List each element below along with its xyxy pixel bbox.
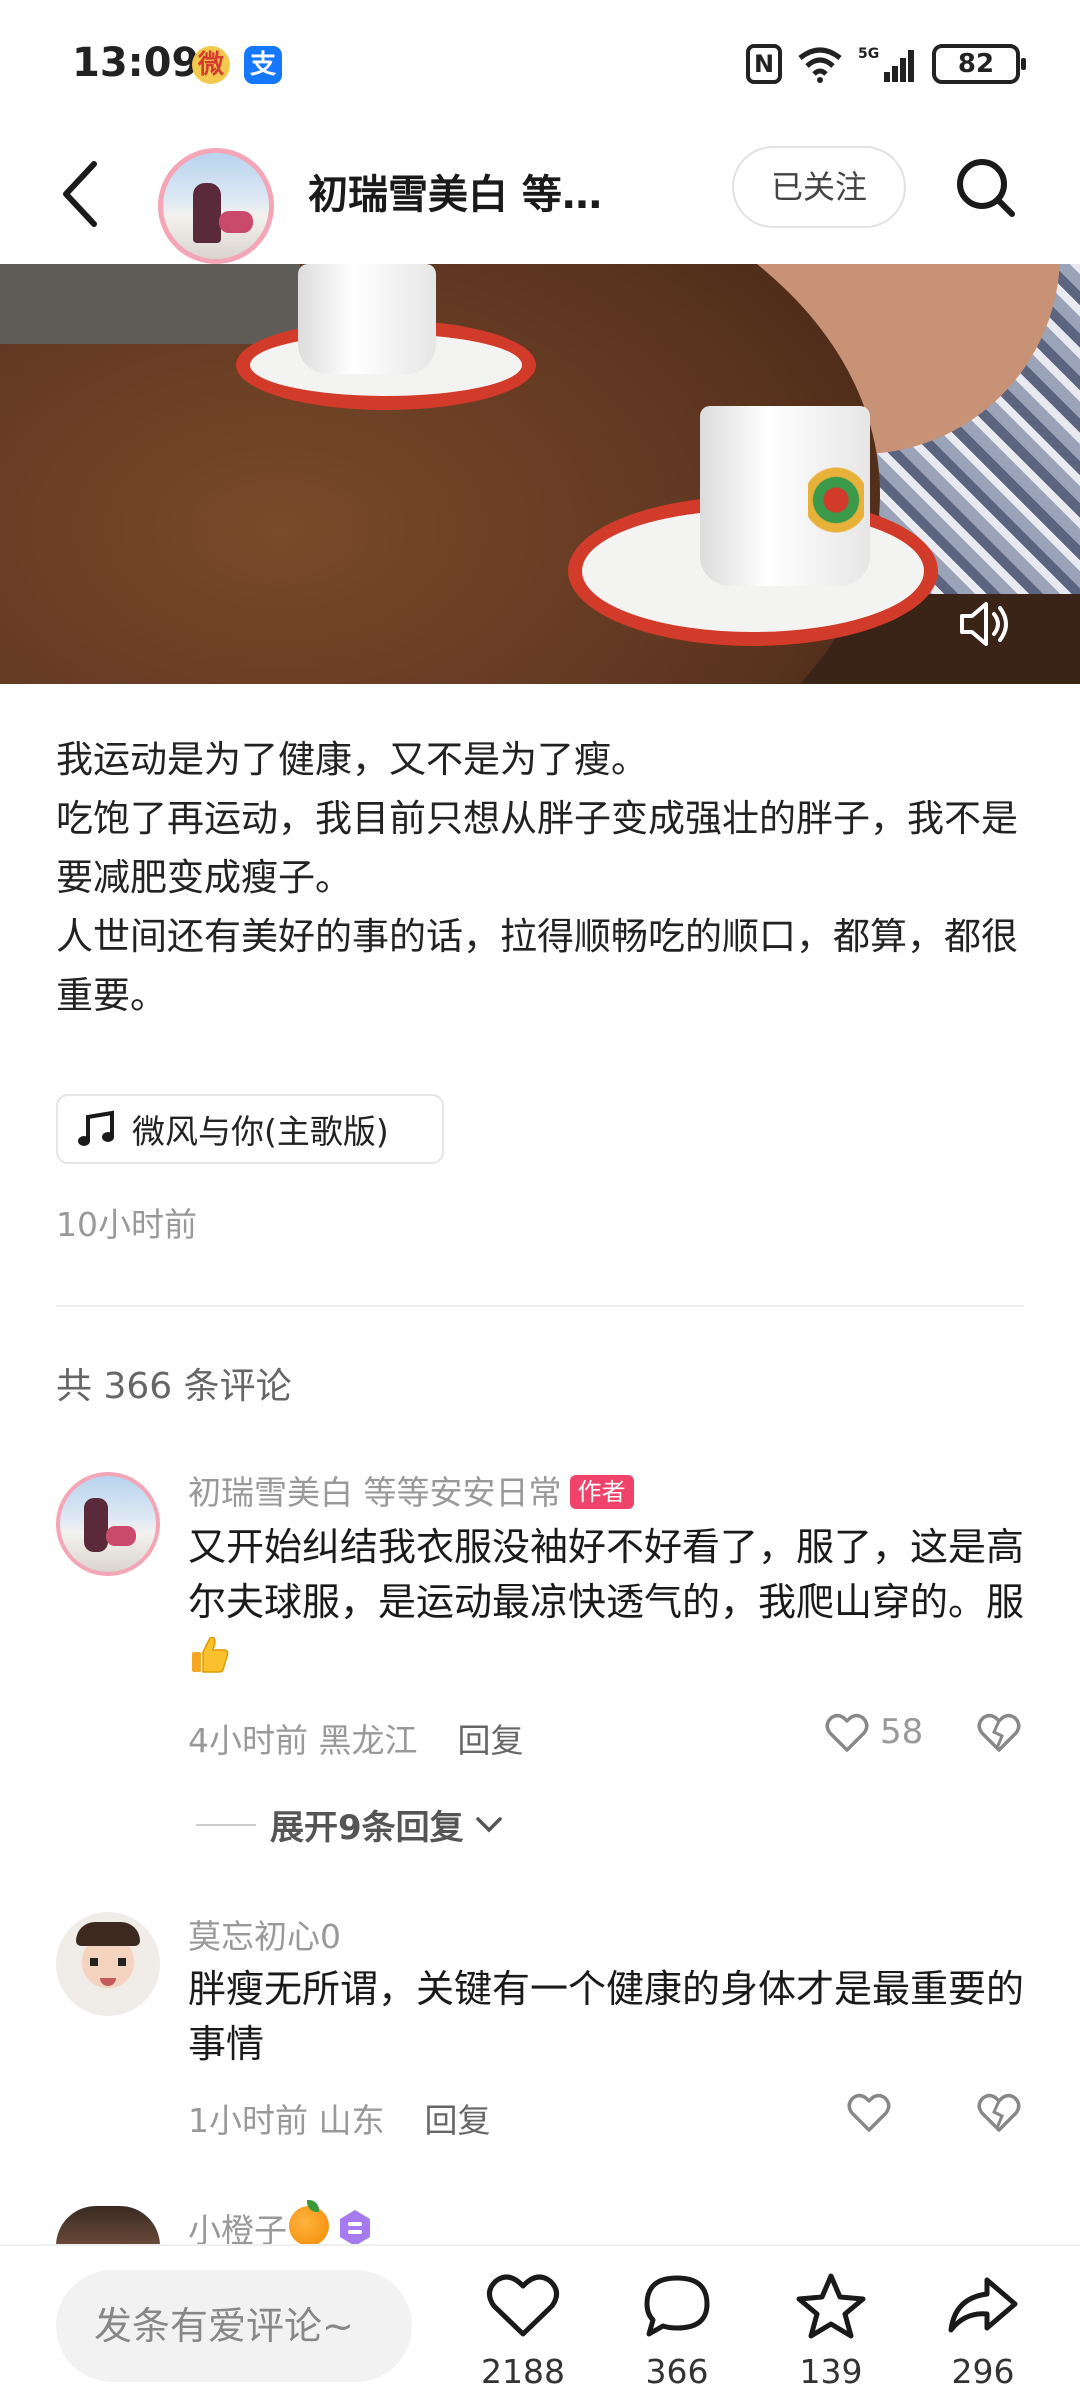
heart-icon[interactable] [824,1712,870,1754]
share-arrow-icon [948,2277,1018,2333]
post-line: 吃饱了再运动，我目前只想从胖子变成强壮的胖子，我不是要减肥变成瘦子。 [56,797,1018,899]
music-title: 微风与你(主歌版) [132,1112,389,1151]
author-name[interactable]: 初瑞雪美白 等等... [308,162,638,220]
author-tag: 作者 [569,1475,634,1509]
music-tag[interactable]: 微风与你(主歌版) [56,1094,444,1164]
share-count: 296 [951,2352,1015,2391]
back-arrow-icon[interactable] [56,154,106,234]
heart-icon[interactable] [846,2092,892,2134]
favorite-count: 139 [799,2352,863,2391]
thumbs-up-icon [192,1636,229,1673]
nfc-icon: N [746,44,782,84]
commenter-name[interactable]: 初瑞雪美白 等等安安日常 作者 [188,1466,634,1514]
comment-text: 胖瘦无所谓，关键有一个健康的身体才是最重要的事情 [188,1967,1025,2066]
commenter-avatar[interactable] [56,1912,160,2016]
status-time: 13:09 [72,40,200,86]
post-image[interactable] [0,264,1080,684]
comment-meta: 1小时前 山东 回复 [188,2101,491,2140]
orange-icon [289,2200,329,2246]
bottom-action-bar: 发条有爱评论~ 2188 366 139 296 [0,2244,1080,2398]
post-header: 初瑞雪美白 等等... 已关注 [0,130,1080,264]
post-content: 我运动是为了健康，又不是为了瘦。 吃饱了再运动，我目前只想从胖子变成强壮的胖子，… [56,730,1036,1025]
volume-icon[interactable] [956,598,1012,650]
like-count: 2188 [481,2352,565,2391]
expand-replies-label: 展开9条回复 [270,1808,464,1848]
status-bar: 13:09 微 支 N 5G 82 [0,0,1080,130]
broken-heart-icon[interactable] [976,1712,1022,1754]
follow-button[interactable]: 已关注 [732,146,906,228]
post-line: 人世间还有美好的事的话，拉得顺畅吃的顺口，都算，都很重要。 [56,915,1018,1017]
star-icon [796,2273,866,2339]
reply-button[interactable]: 回复 [458,1721,524,1760]
commenter-name[interactable]: 莫忘初心0 [188,1910,341,1958]
commenter-avatar[interactable] [56,2206,160,2246]
wifi-icon [798,47,842,83]
signal-5g-icon: 5G [858,46,914,82]
alipay-notification-icon: 支 [244,46,282,84]
battery-indicator: 82 [932,44,1026,84]
post-time: 10小时前 [56,1205,197,1244]
svg-text:5G: 5G [858,46,879,62]
author-avatar[interactable] [158,148,274,264]
divider [56,1305,1024,1307]
favorite-button[interactable]: 139 [776,2270,886,2391]
commenter-name-text: 初瑞雪美白 等等安安日常 [188,1473,562,1512]
search-icon[interactable] [952,154,1018,220]
music-note-icon [78,1110,114,1146]
heart-icon [487,2274,559,2337]
comment-button[interactable]: 366 [622,2270,732,2391]
chevron-down-icon [475,1816,502,1832]
share-button[interactable]: 296 [928,2270,1038,2391]
comment-text: 又开始纠结我衣服没袖好不好看了，服了，这是高尔夫球服，是运动最凉快透气的，我爬山… [188,1520,1038,1685]
weibo-notification-icon: 微 [192,46,230,84]
reply-button[interactable]: 回复 [425,2101,491,2140]
expand-replies-button[interactable]: 展开9条回复 [196,1800,504,1849]
like-count: 58 [880,1712,924,1752]
commenter-avatar[interactable] [56,1472,160,1576]
level-badge-icon [340,2210,370,2246]
post-line: 我运动是为了健康，又不是为了瘦。 [56,738,648,781]
comment-count: 366 [645,2352,709,2391]
comment-count: 共 366 条评论 [56,1366,292,1407]
broken-heart-icon[interactable] [976,2092,1022,2134]
comment-input[interactable]: 发条有爱评论~ [56,2270,412,2382]
system-icons: N 5G 82 [746,44,1026,84]
comment-bubble-icon [644,2275,710,2337]
like-button[interactable]: 2188 [468,2270,578,2391]
comment-meta: 4小时前 黑龙江 回复 [188,1721,524,1760]
